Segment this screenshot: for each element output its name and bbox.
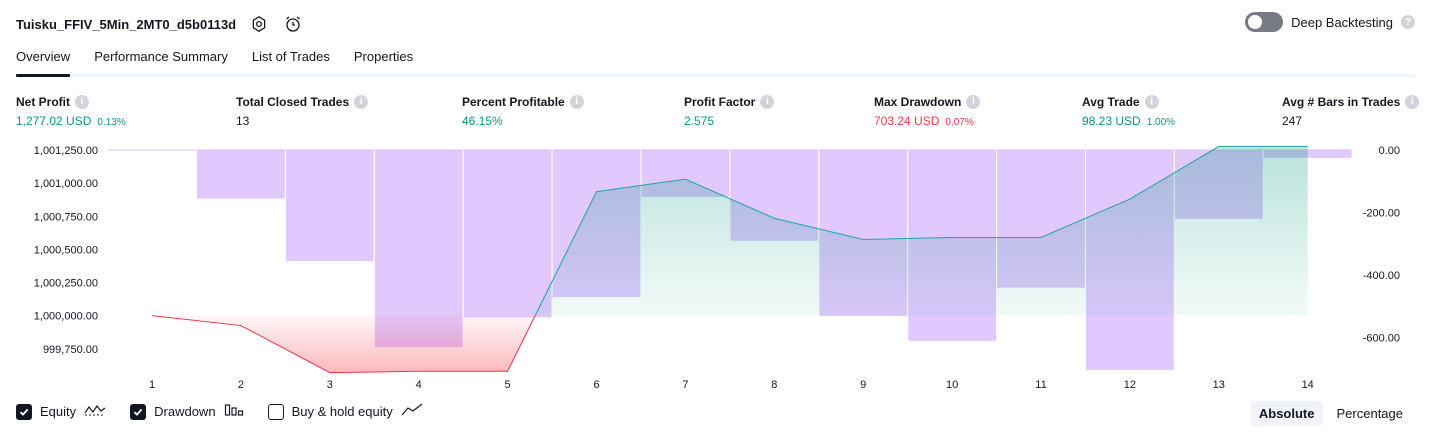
metric-value: 1,277.02 USD	[16, 114, 92, 128]
loss-area	[152, 315, 536, 373]
metric-label: Avg Trade	[1082, 94, 1140, 109]
y-axis-tick-label: 1,000,250.00	[34, 278, 98, 290]
drawdown-bars-icon	[224, 403, 244, 420]
drawdown-bar	[285, 150, 374, 262]
x-axis-tick-label: 5	[505, 379, 511, 391]
metric-value: 703.24 USD	[874, 114, 940, 128]
tab-performance-summary[interactable]: Performance Summary	[94, 44, 228, 74]
metric-total-closed-trades: Total Closed Trades i 13	[236, 94, 369, 129]
x-axis-tick-label: 9	[860, 379, 866, 391]
metric-value: 98.23 USD	[1082, 114, 1141, 128]
y-axis-tick-label: 1,001,250.00	[34, 145, 98, 157]
legend-buy-hold[interactable]: Buy & hold equity	[267, 403, 423, 420]
y-axis-tick-label: 1,000,000.00	[34, 311, 98, 323]
metric-value: 2.575	[684, 114, 715, 128]
info-icon[interactable]: i	[354, 94, 369, 109]
tab-overview[interactable]: Overview	[16, 44, 71, 77]
metric-label: Max Drawdown	[874, 94, 962, 109]
x-axis-tick-label: 2	[238, 379, 244, 391]
metric-profit-factor: Profit Factor i 2.575	[684, 94, 775, 129]
deep-backtesting-toggle[interactable]	[1245, 12, 1284, 32]
y-axis-tick-label: 1,000,500.00	[34, 244, 98, 256]
y-axis-tick-label: 1,000,750.00	[34, 211, 98, 223]
x-axis-tick-label: 7	[682, 379, 688, 391]
metric-label: Percent Profitable	[462, 94, 565, 109]
strategy-header: Tuisku_FFIV_5Min_2MT0_d5b0113d	[16, 12, 304, 36]
legend-label: Drawdown	[154, 404, 216, 419]
drawdown-bar	[463, 150, 552, 318]
y-axis-tick-label: 1,001,000.00	[34, 178, 98, 190]
report-tabs: Overview Performance Summary List of Tra…	[16, 44, 1415, 77]
metric-net-profit: Net Profit i 1,277.02 USD 0.13%	[16, 94, 126, 129]
legend-drawdown[interactable]: Drawdown	[130, 403, 243, 420]
info-icon[interactable]: i	[1405, 94, 1420, 109]
x-axis-tick-label: 12	[1124, 379, 1136, 391]
percentage-button[interactable]: Percentage	[1329, 401, 1412, 426]
drawdown-checkbox[interactable]	[130, 403, 147, 420]
metric-max-drawdown: Max Drawdown i 703.24 USD 0.07%	[874, 94, 981, 129]
settings-icon[interactable]	[248, 13, 270, 35]
info-icon[interactable]: i	[75, 94, 89, 109]
x-axis-tick-label: 1	[149, 379, 155, 391]
metric-percent: 0.13%	[97, 117, 126, 128]
deep-backtesting-label: Deep Backtesting	[1291, 14, 1393, 30]
metric-avg-trade: Avg Trade i 98.23 USD 1.00%	[1082, 94, 1175, 129]
info-icon[interactable]: i	[760, 94, 775, 109]
x-axis-tick-label: 13	[1213, 379, 1225, 391]
metric-percent-profitable: Percent Profitable i 46.15%	[462, 94, 584, 129]
x-axis-tick-label: 14	[1302, 379, 1314, 391]
x-axis-tick-label: 11	[1035, 379, 1046, 391]
strategy-title: Tuisku_FFIV_5Min_2MT0_d5b0113d	[16, 16, 237, 32]
metric-label: Total Closed Trades	[236, 94, 350, 109]
metric-label: Avg # Bars in Trades	[1282, 94, 1401, 109]
info-icon[interactable]: i	[966, 94, 981, 109]
x-axis-tick-label: 6	[593, 379, 599, 391]
absolute-button[interactable]: Absolute	[1250, 401, 1323, 426]
value-mode-toggle: Absolute Percentage	[1250, 401, 1412, 426]
metric-label: Profit Factor	[684, 94, 756, 109]
metric-value: 46.15%	[462, 114, 503, 128]
info-icon[interactable]: i	[1144, 94, 1159, 109]
metric-percent: 0.07%	[945, 117, 974, 128]
y-axis-tick-label: 999,750.00	[43, 344, 98, 356]
metric-value: 247	[1282, 114, 1303, 128]
metric-percent: 1.00%	[1146, 117, 1176, 128]
help-icon[interactable]: ?	[1401, 15, 1415, 29]
tab-properties[interactable]: Properties	[354, 44, 413, 74]
x-axis-tick-label: 10	[946, 379, 958, 391]
equity-wave-icon	[84, 403, 106, 420]
y2-axis-tick-label: -600.00	[1363, 333, 1400, 345]
y2-axis-tick-label: 0.00	[1379, 145, 1400, 157]
x-axis-tick-label: 3	[327, 379, 333, 391]
y2-axis-tick-label: -400.00	[1363, 270, 1400, 282]
buy-hold-checkbox[interactable]	[267, 403, 284, 420]
legend-label: Buy & hold equity	[291, 404, 393, 419]
x-axis-tick-label: 4	[416, 379, 422, 391]
drawdown-bar	[196, 150, 285, 199]
alarm-add-icon[interactable]	[282, 13, 304, 35]
x-axis-tick-label: 8	[771, 379, 777, 391]
chart-legend: Equity Drawdown Buy & hold equity	[16, 403, 423, 420]
deep-backtesting: Deep Backtesting ?	[1245, 12, 1415, 32]
equity-checkbox[interactable]	[16, 403, 32, 420]
equity-drawdown-chart[interactable]: 1,001,250.00 1,001,000.00 1,000,750.00 1,00…	[0, 140, 1431, 396]
legend-label: Equity	[40, 404, 77, 419]
tab-list-of-trades[interactable]: List of Trades	[252, 44, 330, 74]
info-icon[interactable]: i	[569, 94, 584, 109]
y2-axis-tick-label: -200.00	[1363, 208, 1400, 220]
metric-value: 13	[236, 114, 250, 128]
metric-label: Net Profit	[16, 94, 70, 109]
trend-line-icon	[401, 403, 423, 420]
legend-equity[interactable]: Equity	[16, 403, 106, 420]
metric-avg-bars: Avg # Bars in Trades i 247	[1282, 94, 1420, 129]
